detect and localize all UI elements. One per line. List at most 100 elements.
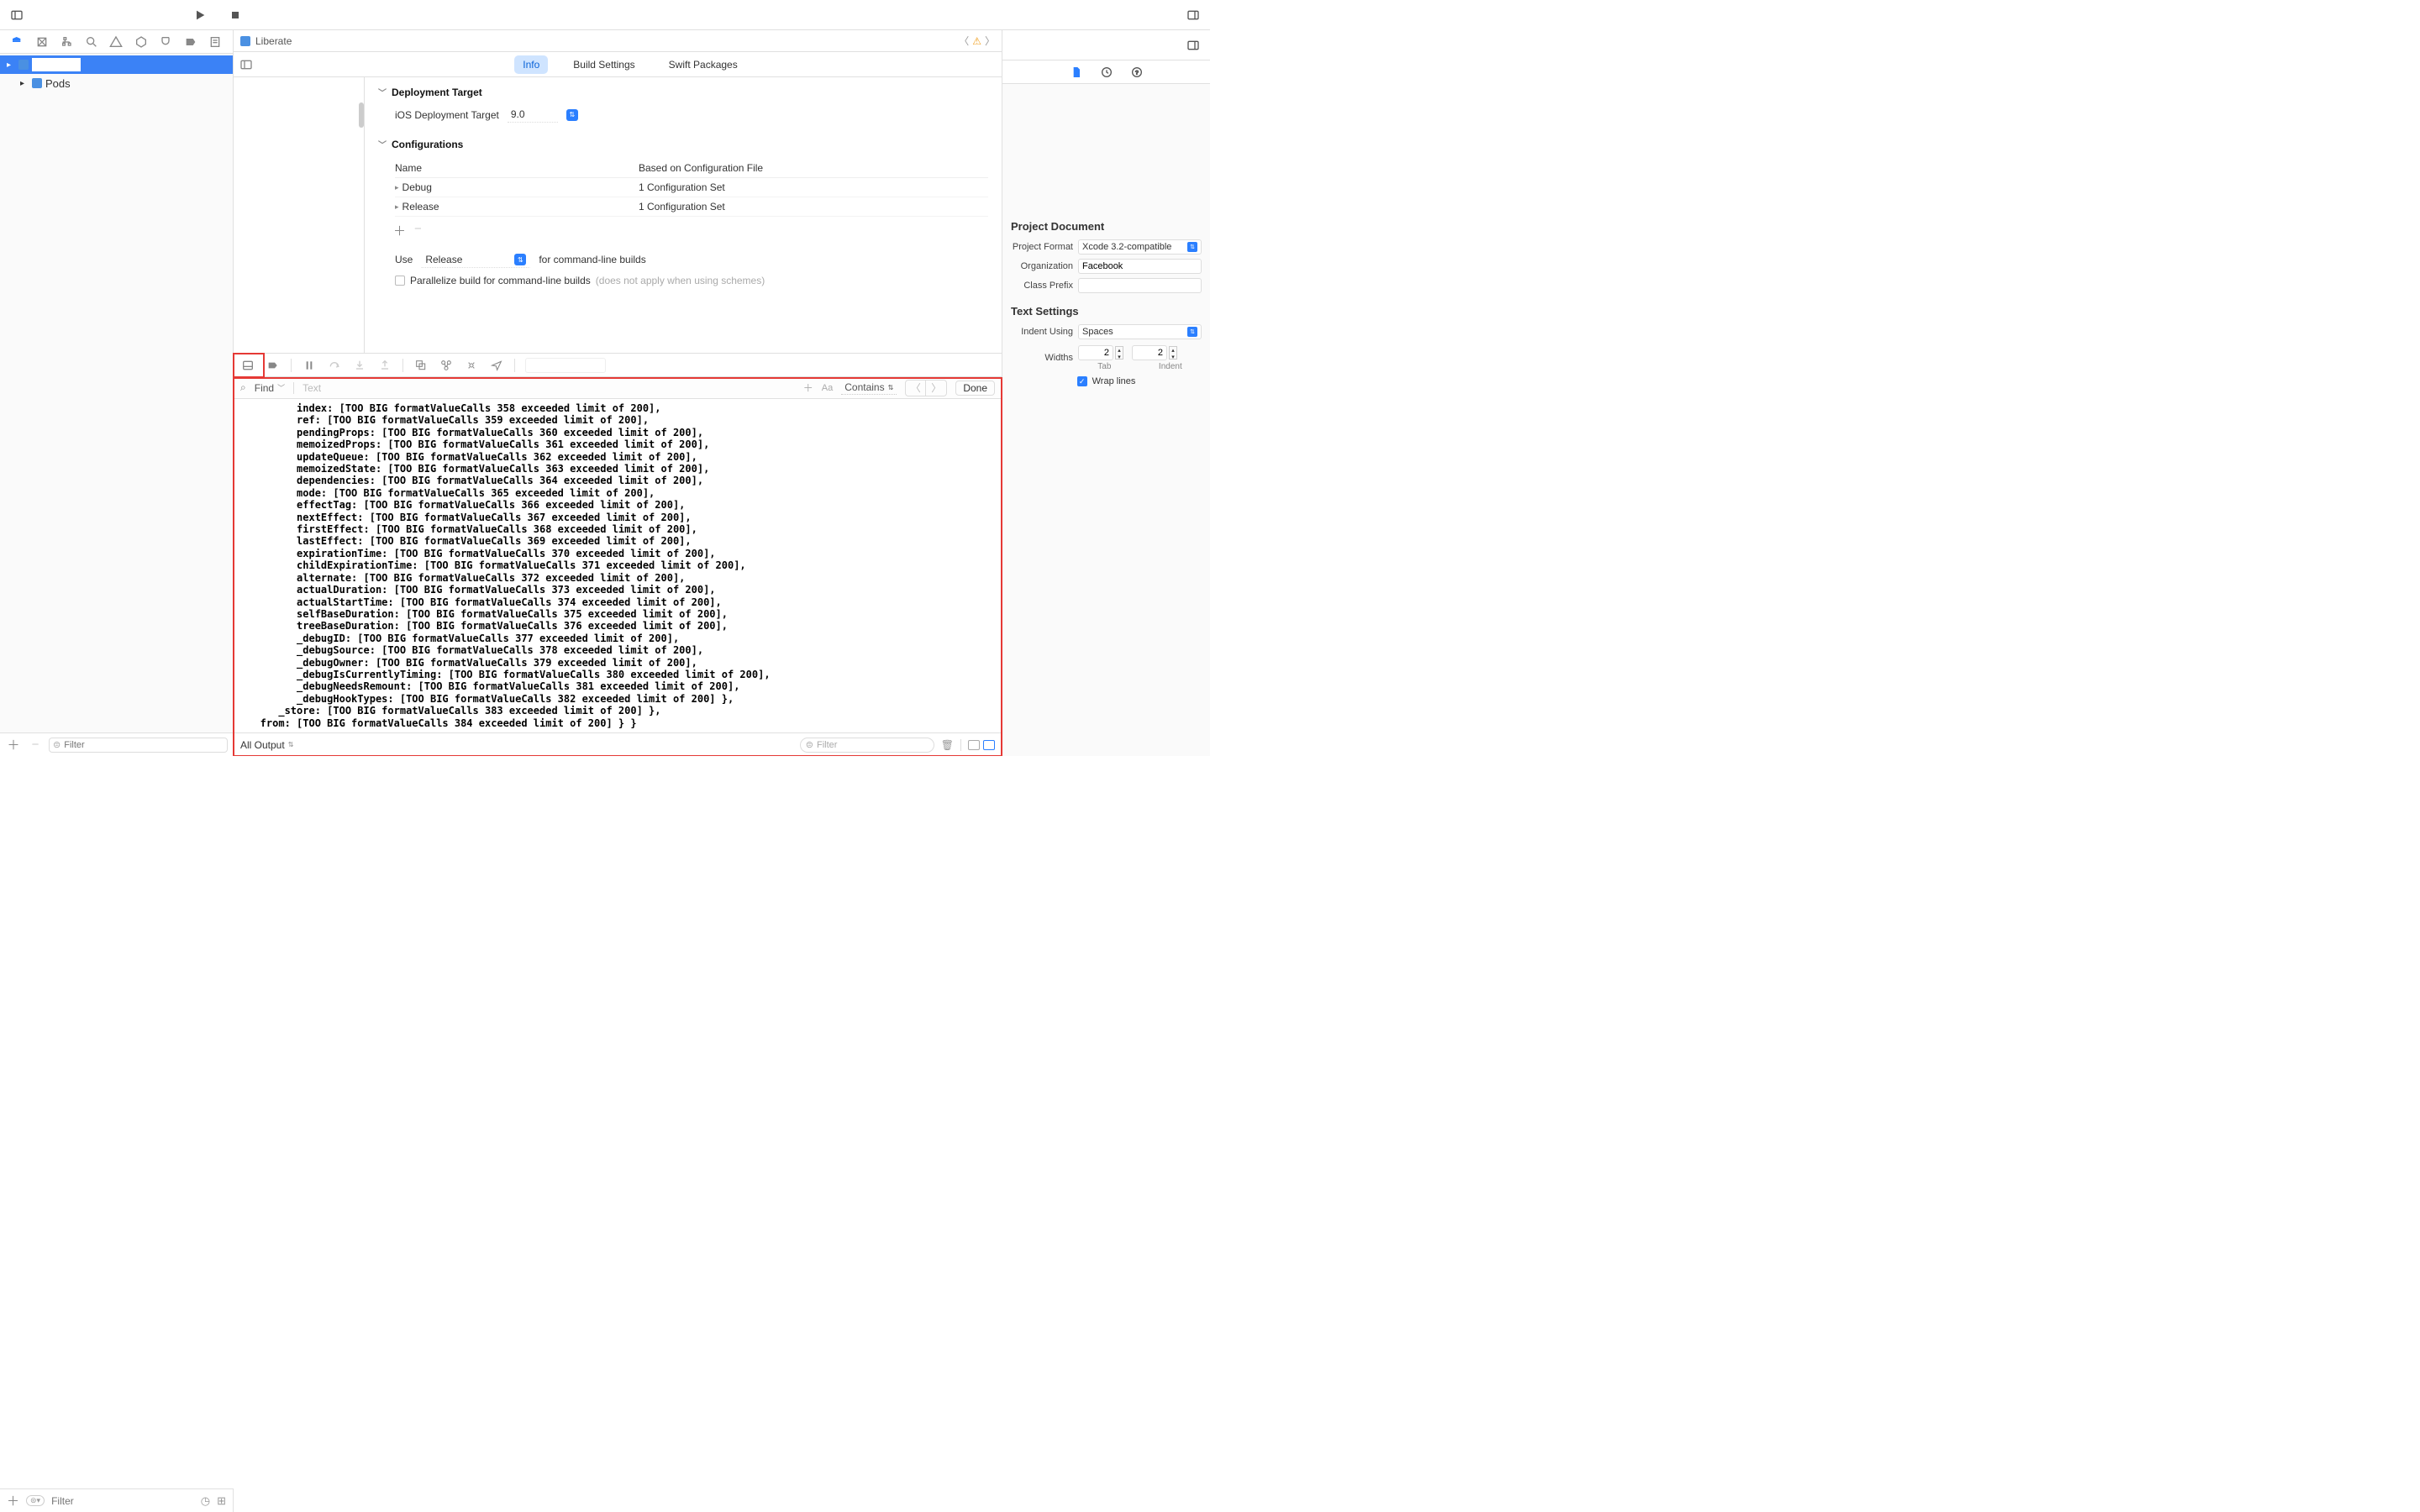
history-forward-icon[interactable]: 〉 xyxy=(985,34,995,48)
hide-debug-area-icon[interactable] xyxy=(240,357,255,374)
debug-toolbar xyxy=(234,354,1002,377)
issue-navigator-icon[interactable] xyxy=(107,34,125,50)
chevron-down-icon[interactable]: ﹀ xyxy=(378,86,387,98)
find-navigator-icon[interactable] xyxy=(82,34,101,50)
scope-icon[interactable]: ⊜▾ xyxy=(26,1495,45,1506)
simulate-location-icon[interactable] xyxy=(489,357,504,374)
variables-view-toggle[interactable] xyxy=(968,740,980,750)
chevron-right-icon[interactable]: ▸ xyxy=(20,79,29,88)
step-over-icon[interactable] xyxy=(327,357,342,374)
parallelize-checkbox[interactable] xyxy=(395,276,405,286)
symbol-navigator-icon[interactable] xyxy=(58,34,76,50)
match-case-icon[interactable]: Aa xyxy=(822,383,833,393)
targets-list[interactable] xyxy=(234,77,365,353)
dropdown-arrows-icon[interactable]: ⇅ xyxy=(514,254,526,265)
sidebar-toggle-icon[interactable] xyxy=(8,7,25,24)
tab-build-settings[interactable]: Build Settings xyxy=(565,55,643,74)
main-toolbar xyxy=(0,0,1210,30)
scm-icon[interactable]: ⊞ xyxy=(217,1494,226,1508)
file-tree[interactable]: ▸ ▸ Pods xyxy=(0,54,233,732)
chevron-down-icon: ﹀ xyxy=(277,382,285,393)
history-inspector-icon[interactable] xyxy=(1098,64,1115,81)
editor-tabs-area: Info Build Settings Swift Packages xyxy=(234,52,1002,77)
pods-row[interactable]: ▸ Pods xyxy=(0,74,233,92)
use-configuration-select[interactable]: Release ⇅ xyxy=(421,251,530,268)
library-toggle-icon[interactable] xyxy=(1185,7,1202,24)
find-match-type-select[interactable]: Contains ⇅ xyxy=(841,381,897,395)
add-icon[interactable]: ＋ xyxy=(5,737,22,753)
navigator-bottom-bar: ＋ − ⊜ xyxy=(0,732,233,756)
console-filter[interactable]: ⊜ Filter xyxy=(800,738,934,753)
inspector-panel: ? Project Document Project Format Xcode … xyxy=(1002,30,1210,756)
step-into-icon[interactable] xyxy=(352,357,367,374)
navigator-filter-input[interactable] xyxy=(64,740,224,750)
deployment-target-header[interactable]: ﹀ Deployment Target xyxy=(378,86,988,98)
breakpoint-navigator-icon[interactable] xyxy=(182,34,200,50)
organization-input[interactable] xyxy=(1078,259,1202,274)
stop-button[interactable] xyxy=(227,7,244,24)
warning-icon[interactable]: ⚠ xyxy=(972,35,981,47)
editor-panel-toggle-icon[interactable] xyxy=(234,58,259,71)
add-configuration-icon[interactable]: ＋ xyxy=(393,222,406,239)
tab-width-stepper[interactable]: ▴▾ xyxy=(1078,345,1123,360)
console-output[interactable]: index: [TOO BIG formatValueCalls 358 exc… xyxy=(234,399,1002,732)
process-target-field[interactable] xyxy=(525,358,606,373)
pause-icon[interactable] xyxy=(302,357,317,374)
file-inspector-icon[interactable] xyxy=(1068,64,1085,81)
help-inspector-icon[interactable]: ? xyxy=(1128,64,1145,81)
project-navigator-icon[interactable] xyxy=(8,34,27,50)
debug-view-hierarchy-icon[interactable] xyxy=(413,357,429,374)
tab-swift-packages[interactable]: Swift Packages xyxy=(660,55,746,74)
remove-configuration-icon[interactable]: − xyxy=(414,222,422,239)
indent-width-stepper[interactable]: ▴▾ xyxy=(1132,345,1177,360)
editor-jump-bar[interactable]: Liberate 〈 ⚠ 〉 xyxy=(234,30,1002,52)
remove-icon[interactable]: − xyxy=(27,737,44,753)
clear-console-icon[interactable]: 🗑 xyxy=(941,739,954,751)
inspector-toggle-icon[interactable] xyxy=(1185,37,1202,54)
inspector-top-bar xyxy=(1002,30,1210,60)
debug-memory-graph-icon[interactable] xyxy=(439,357,454,374)
test-navigator-icon[interactable] xyxy=(132,34,150,50)
add-icon[interactable]: ＋ xyxy=(7,1492,19,1509)
console-view-toggle[interactable] xyxy=(983,740,995,750)
configurations-header[interactable]: ﹀ Configurations xyxy=(378,138,988,150)
find-done-button[interactable]: Done xyxy=(955,381,995,396)
scroll-thumb[interactable] xyxy=(359,102,364,128)
environment-overrides-icon[interactable] xyxy=(464,357,479,374)
find-prev-button[interactable]: 〈 xyxy=(906,381,926,396)
recent-icon[interactable]: ◷ xyxy=(201,1494,210,1508)
step-out-icon[interactable] xyxy=(377,357,392,374)
chevron-down-icon[interactable]: ﹀ xyxy=(378,138,387,150)
run-button[interactable] xyxy=(192,7,208,24)
chevron-right-icon[interactable]: ▸ xyxy=(395,183,399,192)
class-prefix-input[interactable] xyxy=(1078,278,1202,293)
chevron-right-icon[interactable]: ▸ xyxy=(395,202,399,212)
breadcrumb[interactable]: Liberate xyxy=(255,35,292,47)
dropdown-arrows-icon: ⇅ xyxy=(1187,327,1197,337)
tab-info[interactable]: Info xyxy=(514,55,548,74)
chevron-right-icon[interactable]: ▸ xyxy=(7,60,15,70)
table-row[interactable]: ▸Release 1 Configuration Set xyxy=(395,197,988,217)
find-text-input[interactable]: Text xyxy=(302,382,795,394)
find-next-button[interactable]: 〉 xyxy=(926,381,946,396)
debug-navigator-icon[interactable] xyxy=(156,34,175,50)
wrap-lines-checkbox[interactable]: ✓ xyxy=(1077,376,1087,386)
console-output-mode-select[interactable]: All Output ⇅ xyxy=(240,739,293,751)
breakpoints-icon[interactable] xyxy=(266,357,281,374)
filter-scope-icon: ⊜ xyxy=(53,739,60,750)
project-format-select[interactable]: Xcode 3.2-compatible⇅ xyxy=(1078,239,1202,255)
report-navigator-icon[interactable] xyxy=(206,34,224,50)
history-back-icon[interactable]: 〈 xyxy=(959,34,969,48)
table-row[interactable]: ▸Debug 1 Configuration Set xyxy=(395,178,988,197)
navigator-filter[interactable]: ⊜ xyxy=(49,738,228,753)
add-find-icon[interactable]: ＋ xyxy=(803,381,813,395)
source-control-navigator-icon[interactable] xyxy=(33,34,51,50)
project-name-input[interactable] xyxy=(32,58,81,71)
project-root-row[interactable]: ▸ xyxy=(0,55,233,74)
dropdown-arrows-icon[interactable]: ⇅ xyxy=(566,109,578,121)
debug-area: ⌕ Find ﹀ Text ＋ Aa Contains ⇅ 〈 〉 Done xyxy=(234,353,1002,756)
ios-deployment-select[interactable]: 9.0 xyxy=(508,107,558,123)
indent-using-select[interactable]: Spaces⇅ xyxy=(1078,324,1202,339)
bottom-filter[interactable] xyxy=(51,1495,194,1507)
find-mode-select[interactable]: Find ﹀ xyxy=(255,382,285,394)
